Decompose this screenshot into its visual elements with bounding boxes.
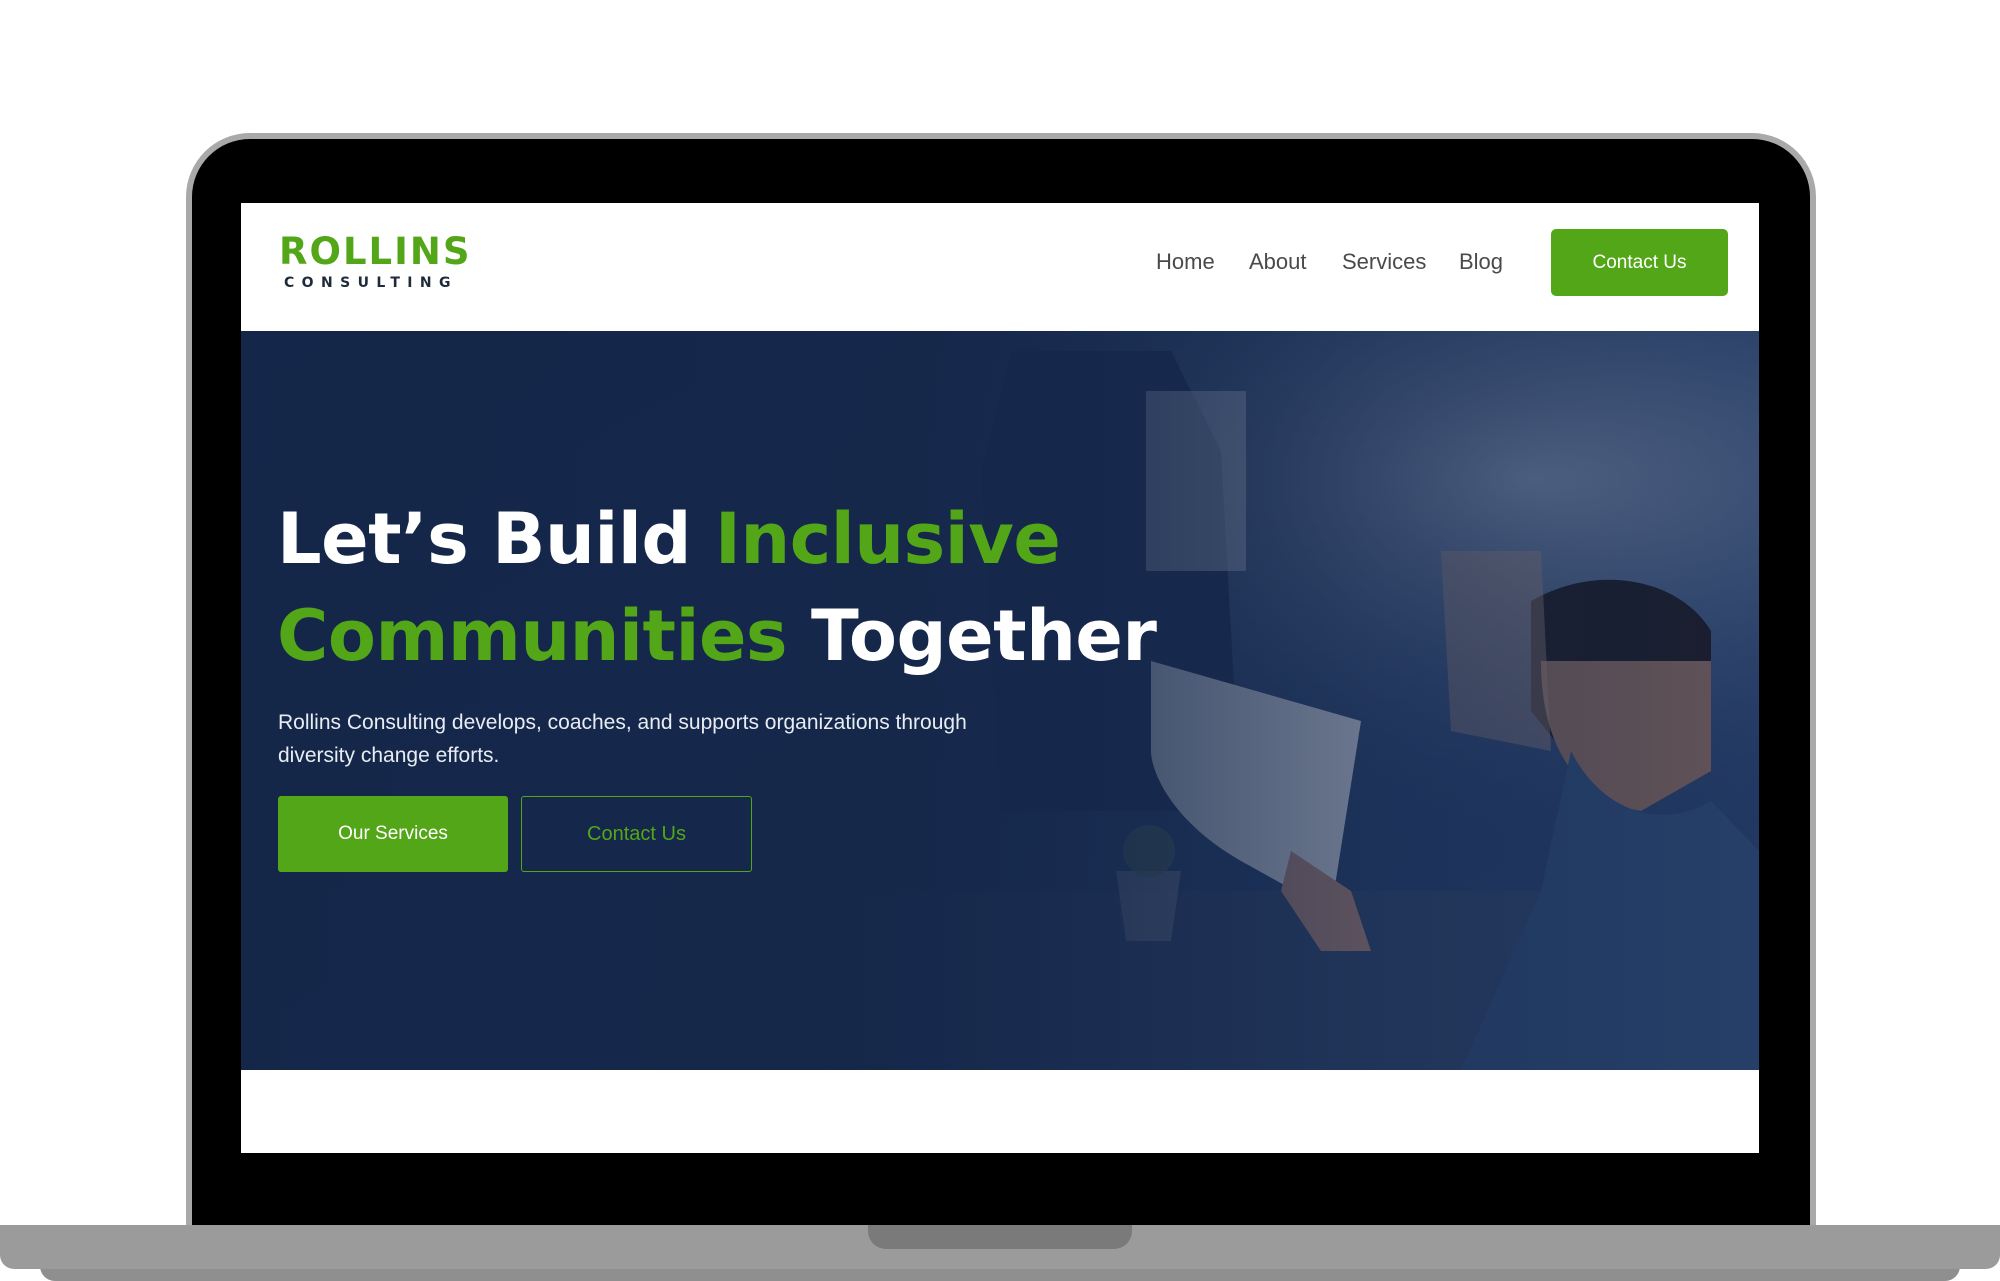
hero-section: Let’s Build Inclusive Communities Togeth…: [241, 331, 1759, 1070]
laptop-mockup: ROLLINS CONSULTING Home About Services B…: [0, 0, 2000, 1281]
nav-services[interactable]: Services: [1342, 247, 1426, 277]
hero-title-accent1: Inclusive: [714, 498, 1061, 580]
nav-blog[interactable]: Blog: [1459, 247, 1503, 277]
nav-home[interactable]: Home: [1156, 247, 1215, 277]
logo-wordmark: ROLLINS: [279, 230, 472, 273]
nav-about[interactable]: About: [1249, 247, 1307, 277]
hero-overlay: [241, 331, 1759, 1070]
hero-title-part2: Together: [787, 595, 1157, 677]
website-screen: ROLLINS CONSULTING Home About Services B…: [241, 203, 1759, 1153]
hero-contact-button[interactable]: Contact Us: [521, 796, 752, 872]
logo-tagline: CONSULTING: [284, 275, 458, 291]
site-header: ROLLINS CONSULTING Home About Services B…: [241, 203, 1759, 331]
our-services-button[interactable]: Our Services: [278, 796, 508, 872]
below-hero-section: [241, 1070, 1759, 1153]
hero-title-accent2: Communities: [277, 595, 788, 677]
hero-title: Let’s Build Inclusive Communities Togeth…: [277, 491, 1177, 685]
hero-title-part1: Let’s Build: [277, 498, 715, 580]
laptop-notch: [868, 1225, 1132, 1249]
header-contact-button[interactable]: Contact Us: [1551, 229, 1728, 296]
brand-logo[interactable]: ROLLINS CONSULTING: [279, 230, 469, 296]
hero-description: Rollins Consulting develops, coaches, an…: [278, 711, 967, 767]
